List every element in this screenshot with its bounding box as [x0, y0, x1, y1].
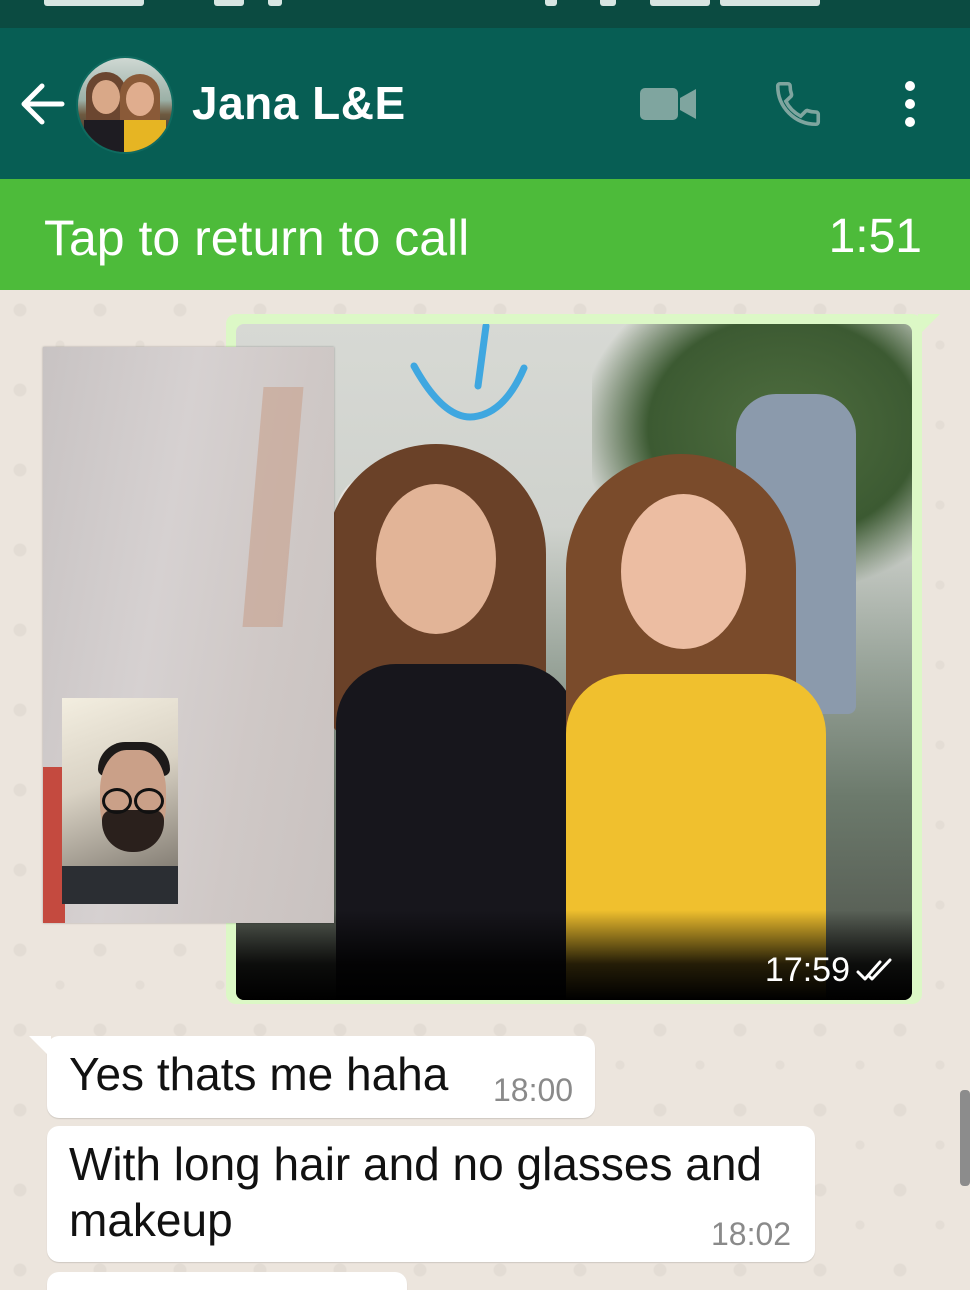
message-bubble[interactable]: With long hair and no glasses and makeup…: [47, 1126, 815, 1262]
phone-icon: [775, 81, 821, 127]
shared-photo[interactable]: 17:59: [236, 324, 912, 1000]
contact-name[interactable]: Jana L&E: [192, 76, 406, 130]
back-button[interactable]: [16, 78, 68, 130]
menu-button[interactable]: [890, 74, 930, 134]
avatar[interactable]: [76, 56, 174, 154]
message-time: 17:59: [764, 951, 850, 989]
message-text: With long hair and no glasses and makeup: [69, 1138, 762, 1246]
return-to-call-banner[interactable]: Tap to return to call 1:51: [0, 179, 970, 290]
message-time: 18:00: [493, 1072, 574, 1108]
message-time: 18:02: [711, 1216, 792, 1252]
video-call-button[interactable]: [636, 74, 700, 134]
call-timer: 1:51: [828, 210, 922, 263]
message-text: Yes thats me haha: [69, 1048, 449, 1100]
status-bar: [0, 0, 970, 28]
scrollbar[interactable]: [960, 1090, 970, 1186]
more-vertical-icon: [905, 81, 915, 127]
arrow-annotation-icon: [410, 324, 528, 421]
arrow-left-icon: [21, 83, 65, 125]
voice-call-button[interactable]: [768, 74, 828, 134]
video-call-self-preview[interactable]: [62, 698, 178, 904]
message-bubble[interactable]: [47, 1272, 407, 1290]
return-to-call-text: Tap to return to call: [44, 210, 470, 266]
double-check-icon: [856, 958, 892, 980]
chat-header: Jana L&E: [0, 28, 970, 179]
chat-area[interactable]: 17:59 Yes thats me haha 18:00 With long …: [0, 290, 970, 1290]
video-camera-icon: [640, 88, 696, 120]
message-bubble[interactable]: Yes thats me haha 18:00: [29, 1036, 595, 1118]
